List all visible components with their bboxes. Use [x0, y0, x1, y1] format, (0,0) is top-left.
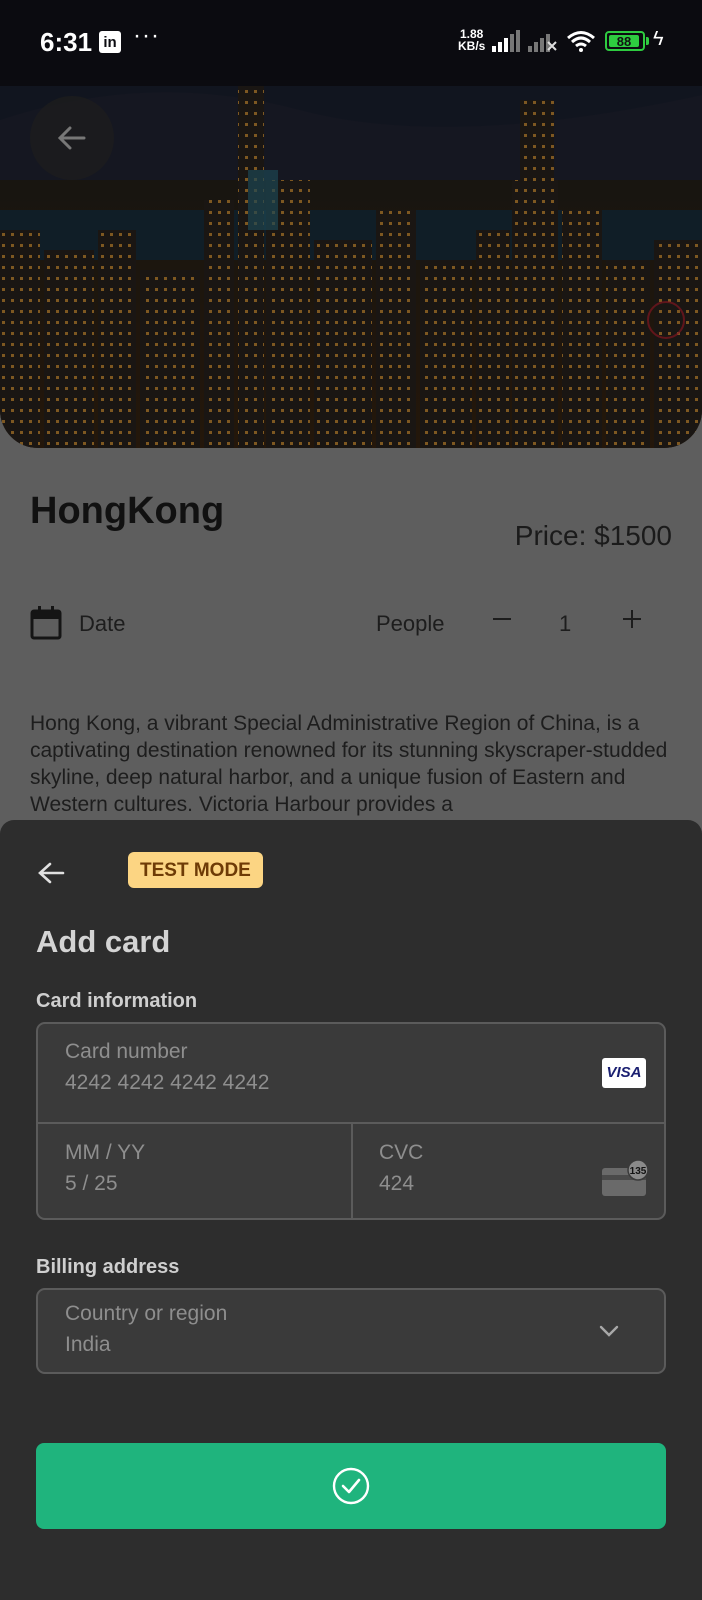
people-count: 1	[559, 611, 572, 636]
arrow-left-icon[interactable]	[36, 858, 66, 888]
battery-tip	[646, 37, 649, 45]
card-back-icon: 135	[602, 1160, 648, 1196]
charging-icon: ϟ	[653, 28, 664, 50]
linkedin-icon: in	[99, 31, 121, 53]
chevron-down-icon	[599, 1325, 619, 1337]
arrow-left-icon	[57, 126, 86, 150]
billing-address-label: Billing address	[36, 1256, 180, 1278]
destination-title: HongKong	[30, 490, 225, 532]
network-speed: 1.88 KB/s	[458, 28, 485, 52]
sheet-title: Add card	[36, 924, 171, 959]
destination-price: Price: $1500	[514, 520, 672, 551]
status-bar: 6:31 in ··· 1.88 KB/s 88 ϟ	[0, 0, 702, 86]
destination-description: Hong Kong, a vibrant Special Administrat…	[30, 712, 668, 816]
country-select[interactable]: Country or region India	[36, 1288, 666, 1374]
wifi-icon	[567, 31, 595, 52]
more-notifications-icon: ···	[133, 22, 160, 49]
test-mode-badge: TEST MODE	[128, 852, 263, 888]
status-time: 6:31	[40, 27, 93, 57]
card-number-field[interactable]: 4242 4242 4242 4242	[65, 1071, 269, 1095]
cvc-hint-number: 135	[630, 1166, 647, 1177]
network-speed-unit: KB/s	[458, 39, 486, 53]
signal-no-service-icon	[528, 34, 557, 52]
plus-icon[interactable]	[620, 601, 644, 637]
signal-strength-icon	[492, 30, 520, 52]
date-label[interactable]: Date	[79, 611, 125, 637]
calendar-icon[interactable]	[30, 606, 62, 640]
card-information-fields: Card number 4242 4242 4242 4242 VISA MM …	[36, 1022, 666, 1220]
people-label: People	[376, 611, 445, 636]
field-divider	[351, 1123, 353, 1218]
expiry-label: MM / YY	[65, 1141, 146, 1164]
country-value: India	[65, 1333, 111, 1356]
save-card-button[interactable]	[36, 1443, 666, 1529]
country-label: Country or region	[65, 1302, 228, 1325]
minus-icon[interactable]	[490, 601, 514, 637]
visa-icon: VISA	[602, 1058, 646, 1088]
cvc-field[interactable]: 424	[379, 1172, 414, 1196]
cvc-label: CVC	[379, 1141, 424, 1164]
expiry-field[interactable]: 5 / 25	[65, 1172, 118, 1196]
check-circle-icon	[332, 1467, 370, 1505]
add-card-sheet: TEST MODE Add card Card information Card…	[0, 820, 702, 1600]
card-information-label: Card information	[36, 990, 198, 1012]
battery-icon: 88	[605, 31, 645, 51]
battery-level: 88	[609, 35, 639, 48]
back-button[interactable]	[30, 96, 114, 180]
card-number-label: Card number	[65, 1040, 188, 1063]
